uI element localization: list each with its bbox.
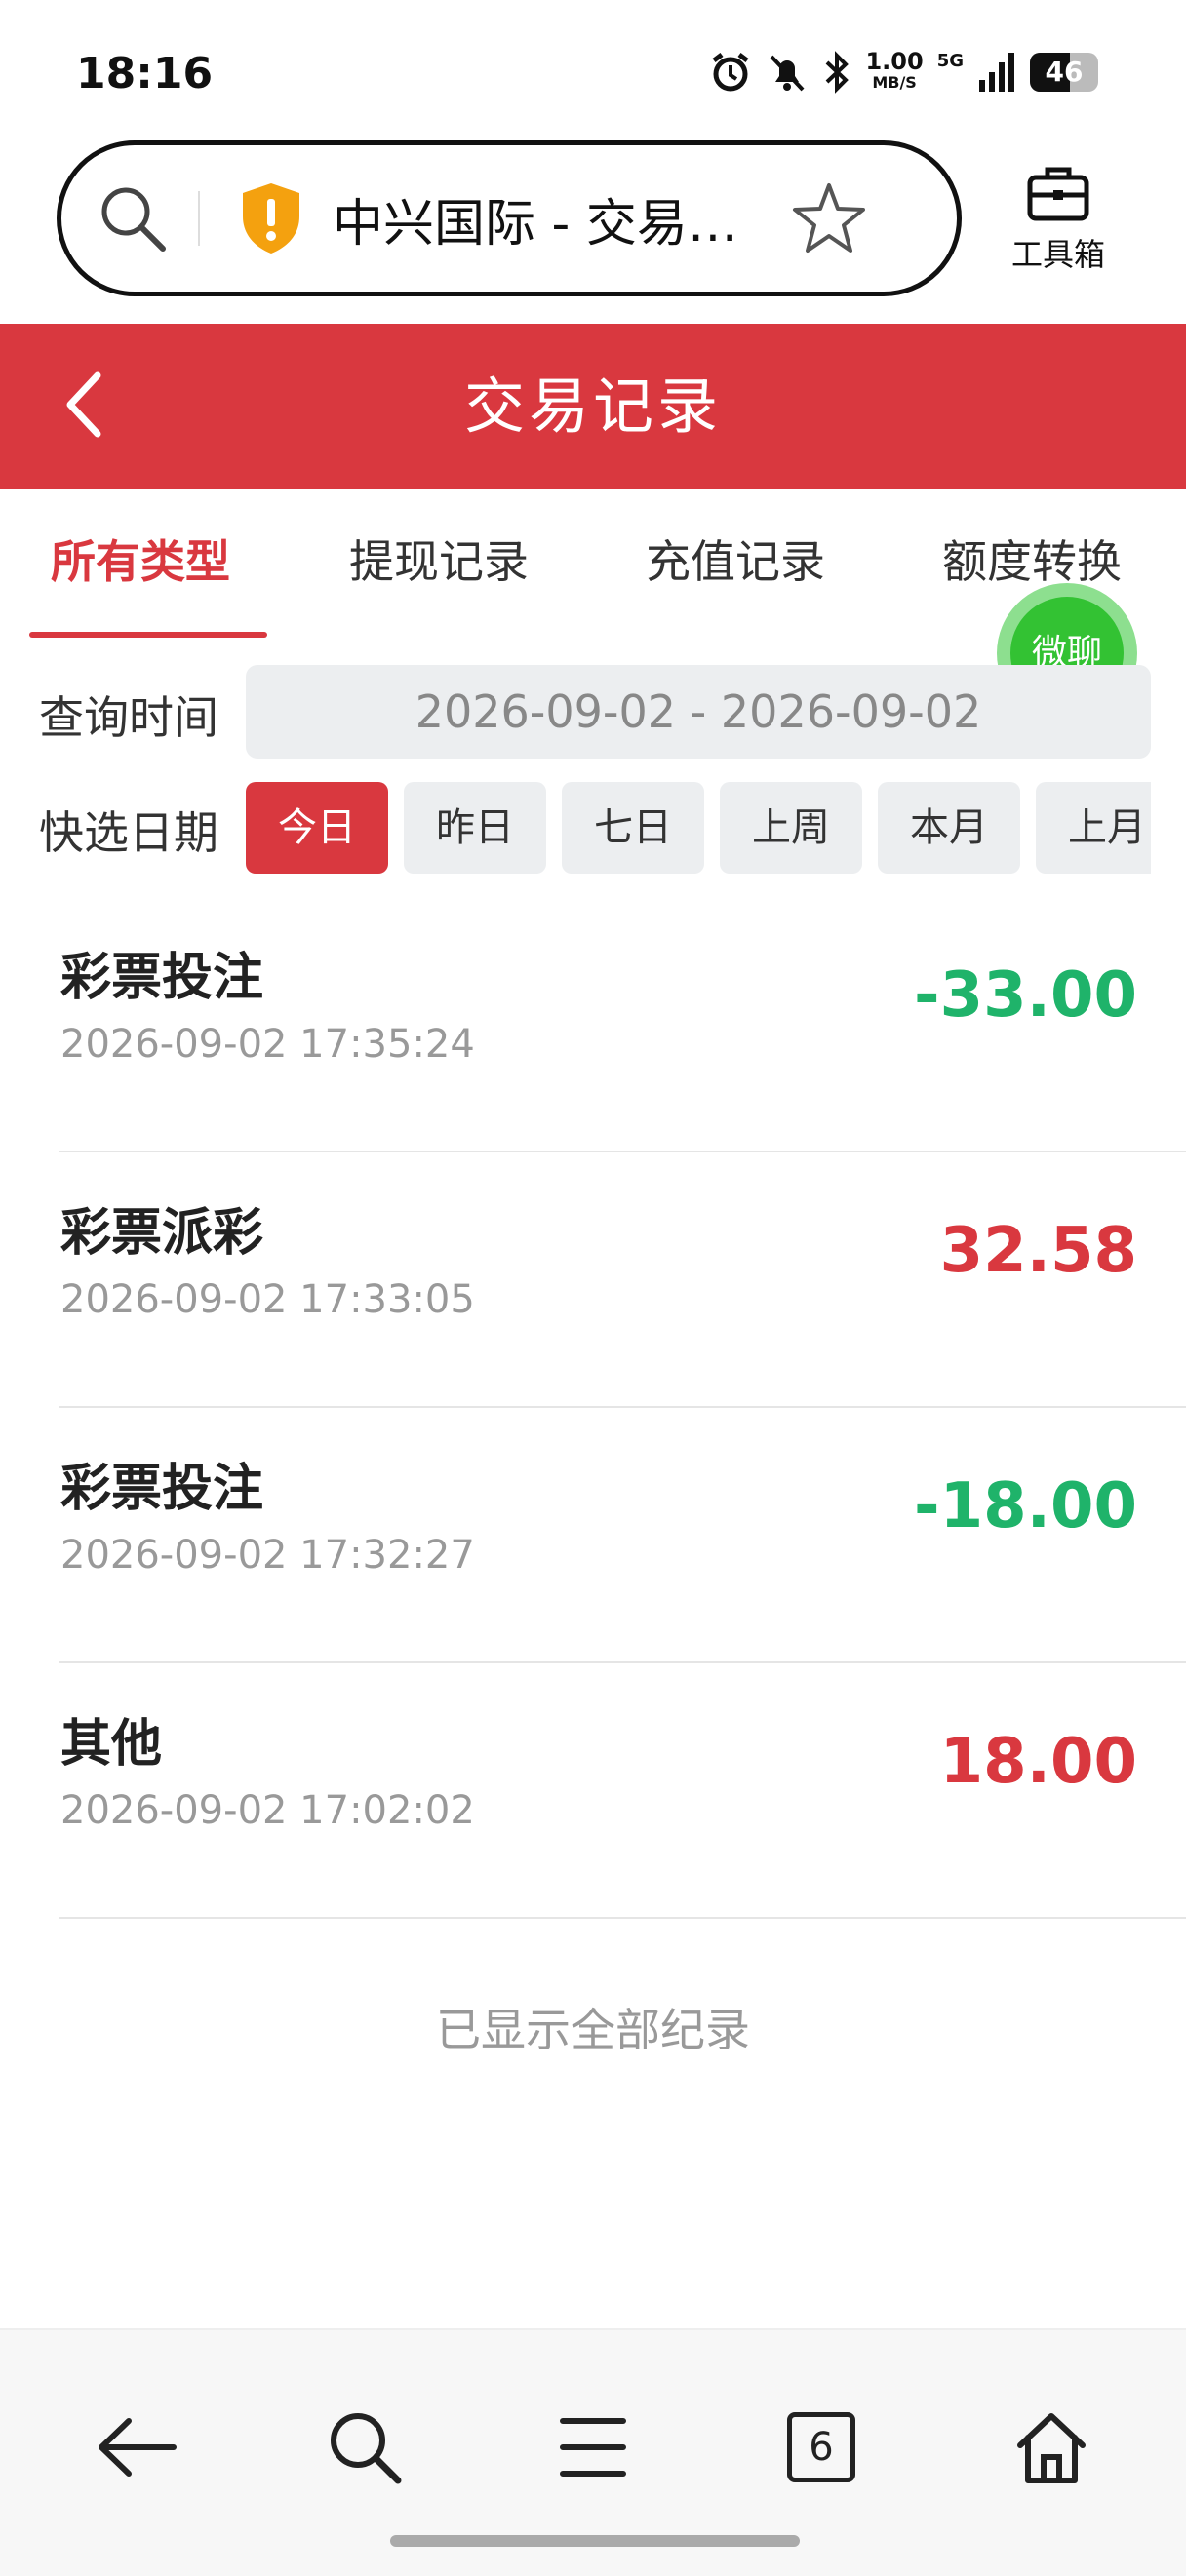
shield-warning-icon[interactable] bbox=[239, 181, 303, 255]
bookmark-star-icon[interactable] bbox=[791, 180, 867, 256]
record-row[interactable]: 其他 2026-09-02 17:02:02 18.00 bbox=[59, 1663, 1186, 1919]
home-indicator[interactable] bbox=[390, 2535, 800, 2547]
search-icon[interactable] bbox=[97, 182, 169, 254]
nav-back-button[interactable] bbox=[78, 2389, 195, 2506]
record-amount: 32.58 bbox=[939, 1215, 1137, 1287]
toolbox-icon bbox=[1027, 167, 1089, 221]
nav-home-button[interactable] bbox=[993, 2389, 1110, 2506]
record-amount: 18.00 bbox=[939, 1726, 1137, 1798]
toolbox-label: 工具箱 bbox=[1010, 236, 1105, 273]
page-title: 交易记录 bbox=[463, 371, 722, 442]
net-speed-unit: MB/S bbox=[872, 73, 917, 92]
record-type: 彩票派彩 bbox=[60, 1204, 264, 1263]
status-time: 18:16 bbox=[76, 49, 214, 98]
active-tab-indicator bbox=[29, 632, 267, 638]
record-type: 其他 bbox=[60, 1715, 163, 1774]
tab-deposit-records[interactable]: 充值记录 bbox=[646, 527, 825, 591]
quick-date-label: 快选日期 bbox=[39, 806, 218, 859]
network-speed: 1.00 MB/S bbox=[865, 48, 924, 94]
chip-this-month[interactable]: 本月 bbox=[878, 782, 1020, 874]
alarm-icon bbox=[712, 53, 749, 92]
record-row[interactable]: 彩票投注 2026-09-02 17:35:24 -33.00 bbox=[59, 897, 1186, 1152]
record-row[interactable]: 彩票投注 2026-09-02 17:32:27 -18.00 bbox=[59, 1408, 1186, 1663]
chip-last-month[interactable]: 上月 bbox=[1036, 782, 1151, 874]
record-time: 2026-09-02 17:35:24 bbox=[60, 1022, 475, 1067]
record-amount: -18.00 bbox=[914, 1470, 1137, 1542]
home-icon bbox=[1017, 2413, 1086, 2483]
menu-icon bbox=[560, 2418, 626, 2477]
search-icon bbox=[331, 2413, 402, 2484]
record-amount: -33.00 bbox=[914, 959, 1137, 1032]
record-type: 彩票投注 bbox=[60, 949, 264, 1007]
all-records-shown-text: 已显示全部纪录 bbox=[436, 2004, 750, 2056]
url-text[interactable]: 中兴国际 - 交易… bbox=[333, 182, 762, 255]
record-type: 彩票投注 bbox=[60, 1460, 264, 1518]
tab-all-types[interactable]: 所有类型 bbox=[51, 527, 230, 591]
chip-last-week[interactable]: 上周 bbox=[720, 782, 862, 874]
signal-icon bbox=[979, 53, 1014, 92]
battery-icon: 46 bbox=[1030, 53, 1098, 92]
bluetooth-icon bbox=[826, 51, 850, 94]
back-chevron-icon[interactable] bbox=[57, 366, 115, 444]
network-type: 5G bbox=[936, 51, 964, 71]
status-icons: 1.00 MB/S 5G 46 bbox=[709, 48, 1098, 94]
quick-date-options: 今日 昨日 七日 上周 本月 上月 bbox=[246, 782, 1151, 876]
nav-menu-button[interactable] bbox=[534, 2389, 652, 2506]
net-speed-value: 1.00 bbox=[865, 48, 924, 75]
record-time: 2026-09-02 17:33:05 bbox=[60, 1277, 475, 1322]
battery-level: 46 bbox=[1045, 56, 1084, 88]
query-time-label: 查询时间 bbox=[39, 691, 218, 744]
divider bbox=[198, 191, 200, 246]
record-row[interactable]: 彩票派彩 2026-09-02 17:33:05 32.58 bbox=[59, 1152, 1186, 1408]
record-time: 2026-09-02 17:32:27 bbox=[60, 1533, 475, 1578]
tab-credit-transfer[interactable]: 额度转换 bbox=[942, 527, 1122, 591]
arrow-left-icon bbox=[99, 2418, 177, 2477]
nav-search-button[interactable] bbox=[306, 2389, 423, 2506]
chip-today[interactable]: 今日 bbox=[246, 782, 388, 874]
tab-count: 6 bbox=[809, 2425, 834, 2470]
chip-seven-days[interactable]: 七日 bbox=[562, 782, 704, 874]
address-bar[interactable]: 中兴国际 - 交易… bbox=[57, 140, 962, 296]
tab-withdraw-records[interactable]: 提现记录 bbox=[349, 527, 529, 591]
chip-yesterday[interactable]: 昨日 bbox=[404, 782, 546, 874]
record-time: 2026-09-02 17:02:02 bbox=[60, 1788, 475, 1833]
nav-tabs-button[interactable]: 6 bbox=[763, 2389, 880, 2506]
toolbox-button[interactable]: 工具箱 bbox=[1005, 164, 1112, 275]
date-range-field[interactable]: 2026-09-02 - 2026-09-02 bbox=[246, 665, 1151, 759]
tab-count-icon: 6 bbox=[787, 2412, 855, 2482]
bell-muted-icon bbox=[771, 55, 805, 92]
